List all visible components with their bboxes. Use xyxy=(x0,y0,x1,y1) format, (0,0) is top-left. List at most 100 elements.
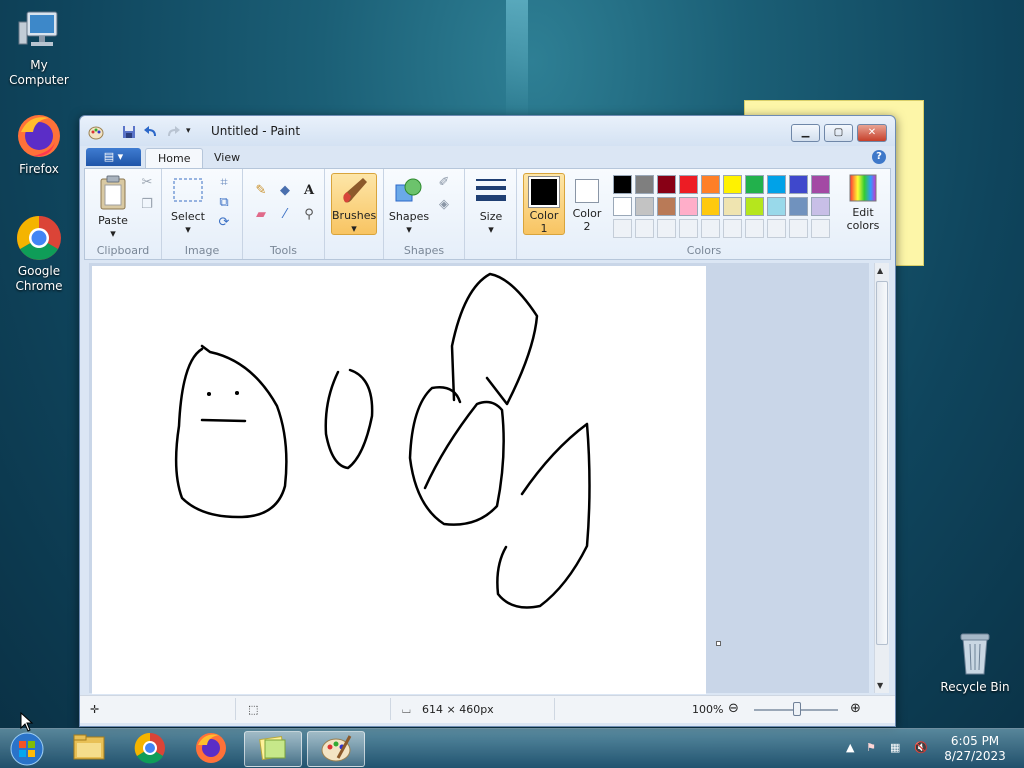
custom-color-slot[interactable] xyxy=(789,219,808,238)
custom-color-slot[interactable] xyxy=(679,219,698,238)
drawing-canvas[interactable] xyxy=(92,266,706,694)
custom-color-slot[interactable] xyxy=(701,219,720,238)
palette-color-swatch[interactable] xyxy=(657,197,676,216)
palette-color-swatch[interactable] xyxy=(789,175,808,194)
edit-colors-label: Edit colors xyxy=(846,206,880,232)
taskbar-chrome[interactable] xyxy=(121,731,179,767)
mouse-cursor-icon xyxy=(20,712,34,732)
color1-button[interactable]: Color 1 xyxy=(523,173,565,235)
status-divider xyxy=(235,698,236,720)
pencil-icon[interactable]: ✎ xyxy=(251,181,271,201)
custom-color-slot[interactable] xyxy=(767,219,786,238)
canvas-resize-handle[interactable] xyxy=(716,641,721,646)
customize-toolbar-icon[interactable]: ▾ xyxy=(186,124,202,139)
title-bar[interactable]: ▾ Untitled - Paint ▁ ▢ ✕ xyxy=(80,116,895,146)
folder-icon xyxy=(73,734,105,760)
wallpaper-light-beam xyxy=(506,0,528,120)
scroll-down-icon[interactable]: ▼ xyxy=(877,681,883,690)
zoom-slider-thumb[interactable] xyxy=(793,702,801,716)
undo-icon[interactable] xyxy=(143,124,159,139)
custom-color-slot[interactable] xyxy=(811,219,830,238)
brushes-button[interactable]: Brushes ▾ xyxy=(331,173,377,235)
palette-color-swatch[interactable] xyxy=(811,197,830,216)
eraser-icon[interactable]: ▰ xyxy=(251,205,271,225)
palette-color-swatch[interactable] xyxy=(811,175,830,194)
fill-icon[interactable]: ◆ xyxy=(275,181,295,201)
scroll-up-icon[interactable]: ▲ xyxy=(877,266,883,275)
palette-color-swatch[interactable] xyxy=(767,175,786,194)
edit-colors-button[interactable]: Edit colors xyxy=(841,173,885,232)
select-icon xyxy=(173,178,203,202)
action-center-icon[interactable]: ⚑ xyxy=(866,741,876,754)
select-button[interactable]: Select ▾ xyxy=(168,175,208,236)
color2-button[interactable]: Color 2 xyxy=(567,173,607,235)
zoom-out-icon[interactable]: ⊖ xyxy=(728,701,739,716)
shape-fill-icon[interactable]: ◈ xyxy=(434,195,454,215)
desktop-icon-firefox[interactable]: Firefox xyxy=(0,112,78,177)
text-icon[interactable]: A xyxy=(299,181,319,201)
zoom-in-icon[interactable]: ⊕ xyxy=(850,701,861,716)
outline-icon[interactable]: ✐ xyxy=(434,173,454,193)
taskbar-firefox[interactable] xyxy=(182,731,240,767)
resize-icon[interactable]: ⧉ xyxy=(214,193,234,213)
palette-color-swatch[interactable] xyxy=(635,175,654,194)
minimize-button[interactable]: ▁ xyxy=(791,124,820,142)
palette-color-swatch[interactable] xyxy=(701,175,720,194)
magnifier-icon[interactable]: ⚲ xyxy=(299,205,319,225)
tab-view[interactable]: View xyxy=(202,148,252,168)
computer-icon xyxy=(15,8,63,56)
palette-color-swatch[interactable] xyxy=(723,197,742,216)
tab-home[interactable]: Home xyxy=(145,148,204,168)
palette-color-swatch[interactable] xyxy=(745,175,764,194)
volume-muted-icon[interactable]: 🔇 xyxy=(914,741,928,754)
taskbar-sticky-notes[interactable] xyxy=(244,731,302,767)
custom-color-slot[interactable] xyxy=(635,219,654,238)
redo-icon[interactable] xyxy=(165,124,181,139)
start-button[interactable] xyxy=(0,731,54,767)
palette-color-swatch[interactable] xyxy=(613,197,632,216)
palette-color-swatch[interactable] xyxy=(745,197,764,216)
desktop-icon-google-chrome[interactable]: Google Chrome xyxy=(0,214,78,294)
image-group: Select ▾ ⌗ ⧉ ⟳ Image xyxy=(162,169,243,259)
maximize-button[interactable]: ▢ xyxy=(824,124,853,142)
palette-color-swatch[interactable] xyxy=(679,175,698,194)
chrome-icon xyxy=(15,214,63,262)
clock-date: 8/27/2023 xyxy=(944,749,1006,763)
palette-color-swatch[interactable] xyxy=(767,197,786,216)
taskbar-explorer[interactable] xyxy=(60,731,118,767)
palette-color-swatch[interactable] xyxy=(723,175,742,194)
color2-label: Color 2 xyxy=(572,207,602,233)
close-button[interactable]: ✕ xyxy=(857,124,887,142)
paint-menu-button[interactable]: ▤ ▾ xyxy=(86,148,141,166)
network-icon[interactable]: ▦ xyxy=(890,741,900,754)
custom-color-slot[interactable] xyxy=(723,219,742,238)
vertical-scrollbar[interactable]: ▲ ▼ xyxy=(874,263,889,693)
taskbar-paint[interactable] xyxy=(307,731,365,767)
help-icon[interactable]: ? xyxy=(872,150,886,164)
paste-button[interactable]: Paste ▾ xyxy=(93,175,133,240)
size-button[interactable]: Size ▾ xyxy=(471,175,511,236)
color-picker-icon[interactable]: ⁄ xyxy=(275,205,295,225)
copy-icon[interactable]: ❐ xyxy=(137,195,157,215)
palette-color-swatch[interactable] xyxy=(679,197,698,216)
desktop-icon-my-computer[interactable]: My Computer xyxy=(0,8,78,88)
scroll-thumb[interactable] xyxy=(876,281,888,645)
save-icon[interactable] xyxy=(121,124,137,139)
system-clock[interactable]: 6:05 PM 8/27/2023 xyxy=(940,734,1010,764)
rotate-icon[interactable]: ⟳ xyxy=(214,213,234,233)
custom-color-slot[interactable] xyxy=(613,219,632,238)
cut-icon[interactable]: ✂ xyxy=(137,173,157,193)
palette-color-swatch[interactable] xyxy=(613,175,632,194)
crop-icon[interactable]: ⌗ xyxy=(214,173,234,193)
palette-color-swatch[interactable] xyxy=(789,197,808,216)
show-hidden-icons[interactable]: ▲ xyxy=(846,741,854,754)
palette-color-swatch[interactable] xyxy=(701,197,720,216)
image-group-label: Image xyxy=(184,244,220,257)
palette-color-swatch[interactable] xyxy=(635,197,654,216)
custom-color-slot[interactable] xyxy=(745,219,764,238)
paint-app-icon[interactable] xyxy=(88,124,104,140)
custom-color-slot[interactable] xyxy=(657,219,676,238)
desktop-icon-recycle-bin[interactable]: Recycle Bin xyxy=(936,630,1014,695)
shapes-button[interactable]: Shapes ▾ xyxy=(388,175,430,236)
palette-color-swatch[interactable] xyxy=(657,175,676,194)
